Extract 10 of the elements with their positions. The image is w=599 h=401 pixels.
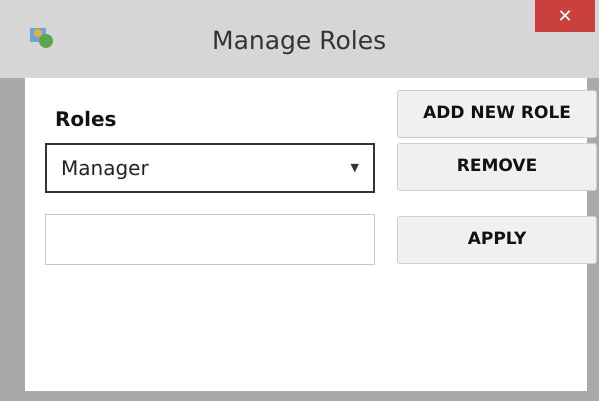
- dropdown-arrow-icon: ▼: [350, 160, 359, 176]
- remove-button[interactable]: REMOVE: [397, 143, 597, 191]
- roles-label: Roles: [55, 106, 116, 133]
- dropdown-value: Manager: [61, 155, 149, 182]
- add-new-role-button[interactable]: ADD NEW ROLE: [397, 90, 597, 138]
- close-button[interactable]: ✕: [535, 0, 595, 32]
- roles-dropdown[interactable]: Manager ▼: [45, 143, 375, 193]
- window-title: Manage Roles: [212, 25, 386, 57]
- apply-button[interactable]: APPLY: [397, 216, 597, 264]
- role-name-field[interactable]: [45, 214, 375, 265]
